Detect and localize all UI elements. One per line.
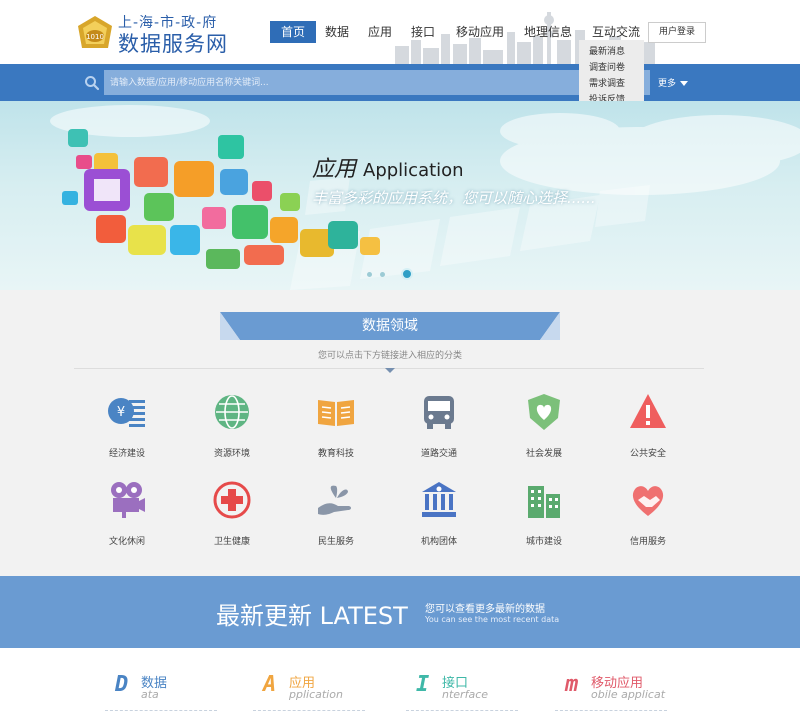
medical-cross-icon: [213, 481, 251, 519]
hand-plant-icon: [318, 485, 351, 515]
carousel-dot-active[interactable]: [401, 268, 413, 280]
institution-icon: [422, 482, 456, 517]
category-education[interactable]: 教育科技: [286, 392, 386, 462]
category-social[interactable]: 社会发展: [494, 392, 594, 462]
category-label: 卫生健康: [213, 537, 250, 547]
tab-divider: [406, 710, 518, 711]
search-bar: 更多: [0, 64, 800, 101]
svg-text:¥: ¥: [117, 405, 125, 420]
site-logo[interactable]: 1010 上-海-市-政-府 数据服务网: [74, 11, 244, 57]
tab-label-en: nterface: [442, 688, 489, 701]
logo-title: 数据服务网: [118, 32, 228, 56]
dropdown-item-latest-news[interactable]: 最新消息: [589, 44, 625, 57]
more-dropdown[interactable]: 更多: [658, 76, 689, 89]
buildings-icon: [528, 486, 560, 518]
carousel-dot[interactable]: [380, 272, 385, 277]
film-camera-icon: [111, 482, 145, 518]
svg-text:1010: 1010: [86, 33, 104, 41]
tab-letter-icon: D: [115, 672, 129, 697]
hero-banner: 应用 Application 丰富多彩的应用系统，您可以随心选择......: [0, 101, 800, 290]
tab-mobile-apps[interactable]: m 移动应用 obile applicat: [555, 670, 705, 711]
category-label: 机构团体: [420, 537, 457, 547]
category-label: 城市建设: [525, 537, 562, 547]
category-label: 道路交通: [420, 449, 457, 459]
category-economy[interactable]: ¥ 经济建设: [77, 392, 177, 462]
category-environment[interactable]: 资源环境: [182, 392, 282, 462]
category-urban-construction[interactable]: 城市建设: [494, 480, 594, 550]
tab-letter-icon: A: [263, 672, 277, 697]
caret-down-icon: [680, 81, 689, 86]
dropdown-item-demand-survey[interactable]: 需求调查: [589, 76, 625, 89]
category-label: 信用服务: [629, 537, 666, 547]
tab-data[interactable]: D 数据 ata: [105, 670, 255, 711]
category-traffic[interactable]: 道路交通: [389, 392, 489, 462]
latest-category-tabs: D 数据 ata A 应用 pplication I 接口 nterface m…: [0, 648, 800, 717]
nav-item-data[interactable]: 数据: [320, 21, 354, 43]
category-label: 公共安全: [629, 449, 666, 459]
tab-letter-icon: m: [565, 672, 579, 697]
government-emblem-icon: 1010: [78, 16, 112, 48]
category-credit-service[interactable]: 信用服务: [598, 480, 698, 550]
caret-down-icon: [385, 368, 395, 373]
category-institutions[interactable]: 机构团体: [389, 480, 489, 550]
latest-subtitle-cn: 您可以查看更多最新的数据: [425, 604, 545, 615]
latest-title: 最新更新 LATEST: [216, 602, 408, 630]
search-box: [104, 70, 650, 95]
latest-subtitle-en: You can see the most recent data: [425, 615, 560, 624]
latest-updates-banner: 最新更新 LATEST 您可以查看更多最新的数据 You can see the…: [0, 576, 800, 655]
section-title-ribbon: [220, 312, 560, 340]
tab-letter-icon: I: [416, 672, 430, 697]
tab-label-en: ata: [141, 688, 159, 701]
section-subtitle: 您可以点击下方链接进入相应的分类: [317, 351, 462, 361]
dropdown-item-survey[interactable]: 调查问卷: [589, 60, 625, 73]
tab-divider: [555, 710, 667, 711]
tab-divider: [105, 710, 217, 711]
category-label: 民生服务: [317, 537, 354, 547]
user-login-button[interactable]: 用户登录: [648, 22, 706, 43]
banner-subtitle: 丰富多彩的应用系统，您可以随心选择......: [312, 189, 596, 207]
interaction-dropdown-menu: 最新消息 调查问卷 需求调查 投诉反馈: [579, 40, 644, 105]
nav-item-mobile-apps[interactable]: 移动应用: [452, 21, 508, 43]
money-list-icon: ¥: [108, 398, 145, 427]
banner-title: 应用 Application: [312, 151, 464, 183]
search-icon[interactable]: [84, 75, 100, 91]
tab-api[interactable]: I 接口 nterface: [406, 670, 556, 711]
more-label: 更多: [658, 79, 677, 89]
category-health[interactable]: 卫生健康: [182, 480, 282, 550]
category-livelihood[interactable]: 民生服务: [286, 480, 386, 550]
shield-heart-icon: [528, 394, 560, 430]
tab-apps[interactable]: A 应用 pplication: [253, 670, 403, 711]
tab-label-en: obile applicat: [591, 688, 666, 701]
category-label: 资源环境: [213, 449, 250, 459]
bus-icon: [424, 396, 454, 429]
tab-divider: [253, 710, 365, 711]
nav-item-home[interactable]: 首页: [270, 21, 316, 43]
handshake-icon: [632, 486, 664, 516]
carousel-dot[interactable]: [367, 272, 372, 277]
data-domains-section: 数据领域 您可以点击下方链接进入相应的分类 ¥ 经济建设 资源环境 教育科技 道…: [0, 290, 800, 576]
open-book-icon: [318, 400, 354, 426]
category-label: 教育科技: [317, 449, 354, 459]
category-label: 社会发展: [525, 449, 562, 459]
nav-item-apps[interactable]: 应用: [363, 21, 397, 43]
nav-item-api[interactable]: 接口: [406, 21, 440, 43]
nav-item-geo-info[interactable]: 地理信息: [520, 21, 576, 43]
banner-title-cn: 应用: [312, 157, 357, 182]
search-input[interactable]: [110, 70, 590, 95]
category-label: 经济建设: [108, 449, 145, 459]
site-header: 1010 上-海-市-政-府 数据服务网 首页 数据 应用 接口 移动应用 地理…: [0, 0, 800, 64]
warning-icon: [630, 394, 666, 428]
banner-title-en: Application: [363, 160, 464, 181]
globe-icon: [215, 395, 249, 429]
category-label: 文化休闲: [108, 537, 145, 547]
category-public-safety[interactable]: 公共安全: [598, 392, 698, 462]
category-culture[interactable]: 文化休闲: [77, 480, 177, 550]
tab-label-en: pplication: [289, 688, 343, 701]
